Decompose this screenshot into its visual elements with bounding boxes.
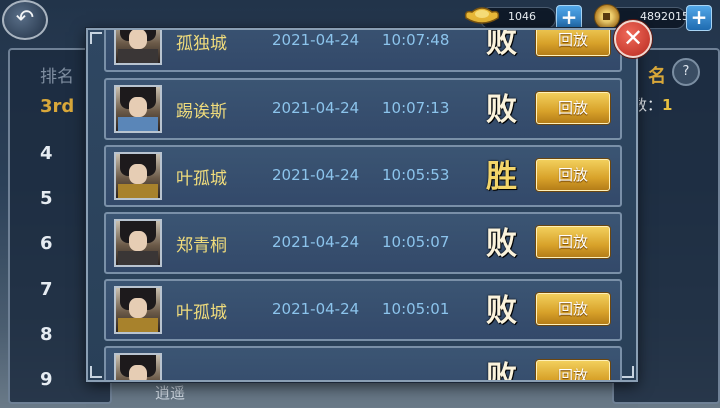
battle-result: 败 bbox=[486, 293, 517, 329]
battle-date: 2021-04-24 bbox=[272, 31, 360, 49]
rank-label: 3rd bbox=[40, 96, 75, 117]
back-arrow-icon: ↶ bbox=[15, 6, 35, 31]
battle-time: 10:07:13 bbox=[382, 99, 450, 117]
battle-result: 败 bbox=[486, 28, 517, 60]
avatar-face bbox=[129, 97, 147, 117]
avatar-robe bbox=[118, 184, 158, 198]
opponent-avatar[interactable] bbox=[114, 30, 162, 65]
battle-time: 10:05:07 bbox=[382, 233, 450, 251]
rank-label: 4 bbox=[40, 143, 53, 164]
battle-date: 2021-04-24 bbox=[272, 233, 360, 251]
battle-record-row: 郑青桐 2021-04-24 10:05:07 败回放 bbox=[104, 212, 622, 274]
replay-button[interactable]: 回放 bbox=[536, 360, 610, 380]
coin-value: 4892015 bbox=[640, 10, 689, 23]
opponent-avatar[interactable] bbox=[114, 353, 162, 380]
replay-button[interactable]: 回放 bbox=[536, 159, 610, 191]
battle-record-row: 叶孤城 2021-04-24 10:05:53 胜回放 bbox=[104, 145, 622, 207]
replay-button[interactable]: 回放 bbox=[536, 293, 610, 325]
battle-record-row: 孤独城 2021-04-24 10:07:48 败回放 bbox=[104, 28, 622, 72]
ingot-value: 1046 bbox=[508, 10, 536, 23]
battle-record-row: 叶孤城 2021-04-24 10:05:01 败回放 bbox=[104, 279, 622, 341]
replay-button[interactable]: 回放 bbox=[536, 92, 610, 124]
avatar-face bbox=[129, 298, 147, 318]
battle-time: 10:05:01 bbox=[382, 300, 450, 318]
add-coin-button[interactable]: + bbox=[686, 5, 712, 31]
avatar-face bbox=[129, 365, 147, 380]
opponent-avatar[interactable] bbox=[114, 85, 162, 133]
battle-date: 2021-04-24 bbox=[272, 166, 360, 184]
battle-record-row: 败回放 bbox=[104, 346, 622, 382]
help-button[interactable]: ? bbox=[672, 58, 700, 86]
battle-time: 10:05:53 bbox=[382, 166, 450, 184]
opponent-name: 孤独城 bbox=[176, 34, 227, 54]
avatar-face bbox=[129, 164, 147, 184]
battle-date: 2021-04-24 bbox=[272, 99, 360, 117]
frame-corner bbox=[90, 32, 102, 44]
replay-button[interactable]: 回放 bbox=[536, 30, 610, 56]
rank-label: 7 bbox=[40, 279, 53, 300]
back-button[interactable]: ↶ bbox=[2, 0, 48, 40]
battle-result: 败 bbox=[486, 360, 517, 382]
battle-result: 败 bbox=[486, 92, 517, 128]
close-icon: ✕ bbox=[622, 24, 644, 52]
rank-header: 排名 bbox=[40, 67, 74, 87]
avatar-robe bbox=[118, 49, 158, 63]
battle-date: 2021-04-24 bbox=[272, 300, 360, 318]
player-name: 逍遥 bbox=[155, 384, 186, 402]
panel-title: 名 bbox=[648, 66, 666, 87]
avatar-robe bbox=[118, 117, 158, 131]
battle-result: 胜 bbox=[486, 159, 517, 195]
avatar-face bbox=[129, 231, 147, 251]
battle-record-list[interactable]: 孤独城 2021-04-24 10:07:48 败回放 踢诶斯 2021-04-24 10:… bbox=[88, 30, 636, 380]
challenge-count: 数：1 bbox=[632, 96, 673, 114]
copper-coin-icon bbox=[594, 4, 620, 30]
battle-record-row: 踢诶斯 2021-04-24 10:07:13 败回放 bbox=[104, 78, 622, 140]
avatar-face bbox=[129, 30, 147, 49]
replay-button[interactable]: 回放 bbox=[536, 226, 610, 258]
opponent-avatar[interactable] bbox=[114, 152, 162, 200]
opponent-name: 叶孤城 bbox=[176, 169, 227, 189]
opponent-name: 郑青桐 bbox=[176, 236, 227, 256]
frame-corner bbox=[622, 366, 634, 378]
avatar-robe bbox=[118, 318, 158, 332]
opponent-name: 叶孤城 bbox=[176, 303, 227, 323]
close-dialog-button[interactable]: ✕ bbox=[614, 20, 652, 58]
opponent-name: 踢诶斯 bbox=[176, 102, 227, 122]
rank-label: 5 bbox=[40, 188, 53, 209]
opponent-avatar[interactable] bbox=[114, 219, 162, 267]
opponent-avatar[interactable] bbox=[114, 286, 162, 334]
battle-result: 败 bbox=[486, 226, 517, 262]
gold-ingot-icon bbox=[464, 7, 500, 24]
rank-label: 6 bbox=[40, 233, 53, 254]
frame-corner bbox=[90, 366, 102, 378]
rank-label: 9 bbox=[40, 369, 53, 390]
avatar-robe bbox=[118, 251, 158, 265]
battle-time: 10:07:48 bbox=[382, 31, 450, 49]
rank-label: 8 bbox=[40, 324, 53, 345]
battle-record-dialog: 孤独城 2021-04-24 10:07:48 败回放 踢诶斯 2021-04-24 10:… bbox=[86, 28, 638, 382]
